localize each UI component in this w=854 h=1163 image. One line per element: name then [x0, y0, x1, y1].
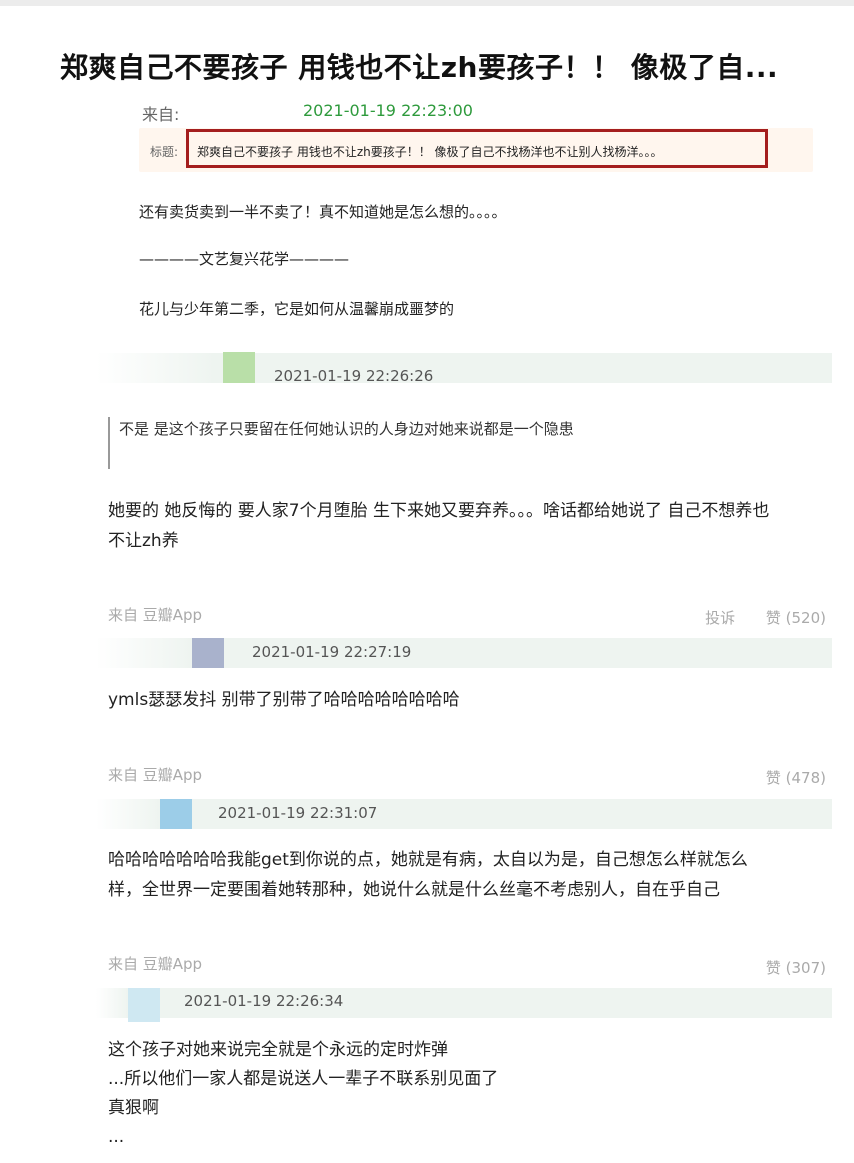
avatar[interactable]	[192, 638, 224, 668]
topic-highlight-frame: 郑爽自己不要孩子 用钱也不让zh要孩子！！ 像极了自己不找杨洋也不让别人找杨洋。…	[186, 129, 768, 168]
comment-time: 2021-01-19 22:26:34	[184, 992, 344, 1010]
avatar[interactable]	[223, 352, 255, 383]
comment-line: ymls瑟瑟发抖 别带了别带了哈哈哈哈哈哈哈哈	[108, 690, 460, 710]
comment-source: 来自 豆瓣App	[108, 955, 203, 973]
comment-header: 2021-01-19 22:26:26	[96, 352, 832, 385]
comment-line: 这个孩子对她来说完全就是个永远的定时炸弹	[108, 1040, 448, 1060]
comment-header: 2021-01-19 22:26:34	[96, 988, 832, 1022]
comment-line: 她要的 她反悔的 要人家7个月堕胎 生下来她又要弃养。。。啥话都给她说了 自己不…	[108, 501, 770, 521]
avatar[interactable]	[160, 799, 192, 829]
post-timestamp: 2021-01-19 22:23:00	[303, 101, 473, 120]
post-body-link[interactable]: 花儿与少年第二季，它是如何从温馨崩成噩梦的	[139, 298, 454, 319]
comment-line: 样，全世界一定要围着她转那种，她说什么就是什么丝毫不考虑别人，自在乎自己	[108, 880, 720, 900]
comment-line: 哈哈哈哈哈哈哈我能get到你说的点，她就是有病，太自以为是，自己想怎么样就怎么	[108, 850, 748, 870]
report-button[interactable]: 投诉	[705, 609, 735, 627]
comment-actions: 投诉 赞 (520)	[679, 607, 826, 628]
comment-actions: 赞 (307)	[740, 957, 826, 978]
comment-actions: 赞 (478)	[740, 767, 826, 788]
topic-label: 标题:	[150, 145, 179, 159]
comment-line: 真狠啊	[108, 1098, 159, 1118]
comment-source: 来自 豆瓣App	[108, 606, 203, 624]
topic-box: 标题: 郑爽自己不要孩子 用钱也不让zh要孩子！！ 像极了自己不找杨洋也不让别人…	[139, 128, 813, 172]
comment-line: ...所以他们一家人都是说送人一辈子不联系别见面了	[108, 1069, 499, 1089]
comment-text: 哈哈哈哈哈哈哈我能get到你说的点，她就是有病，太自以为是，自己想怎么样就怎么 …	[108, 845, 828, 905]
topic-text: 郑爽自己不要孩子 用钱也不让zh要孩子！！ 像极了自己不找杨洋也不让别人找杨洋。…	[197, 145, 663, 159]
post-title[interactable]: 郑爽自己不要孩子 用钱也不让zh要孩子！！ 像极了自...	[60, 46, 778, 86]
post-body-line: ————文艺复兴花学————	[139, 250, 350, 268]
like-button[interactable]: 赞 (520)	[766, 609, 826, 627]
comment-text: 这个孩子对她来说完全就是个永远的定时炸弹 ...所以他们一家人都是说送人一辈子不…	[108, 1036, 828, 1152]
post-body-line: 还有卖货卖到一半不卖了！真不知道她是怎么想的。。。。	[139, 203, 507, 221]
comment-time: 2021-01-19 22:26:26	[274, 367, 434, 385]
quoted-reply: 不是 是这个孩子只要留在任何她认识的人身边对她来说都是一个隐患	[108, 417, 628, 469]
comment-time: 2021-01-19 22:27:19	[252, 643, 412, 661]
comment-header: 2021-01-19 22:31:07	[96, 799, 832, 829]
comment-line: ...	[108, 1127, 125, 1147]
comment-text: 她要的 她反悔的 要人家7个月堕胎 生下来她又要弃养。。。啥话都给她说了 自己不…	[108, 496, 828, 556]
comment-time: 2021-01-19 22:31:07	[218, 804, 378, 822]
like-button[interactable]: 赞 (307)	[766, 959, 826, 977]
top-strip	[0, 0, 854, 6]
comment-source: 来自 豆瓣App	[108, 766, 203, 784]
like-button[interactable]: 赞 (478)	[766, 769, 826, 787]
comment-header: 2021-01-19 22:27:19	[96, 638, 832, 668]
comment-text: ymls瑟瑟发抖 别带了别带了哈哈哈哈哈哈哈哈	[108, 685, 828, 715]
avatar[interactable]	[128, 988, 160, 1022]
comment-line: 不让zh养	[108, 531, 179, 551]
post-from-label: 来自:	[142, 105, 180, 124]
